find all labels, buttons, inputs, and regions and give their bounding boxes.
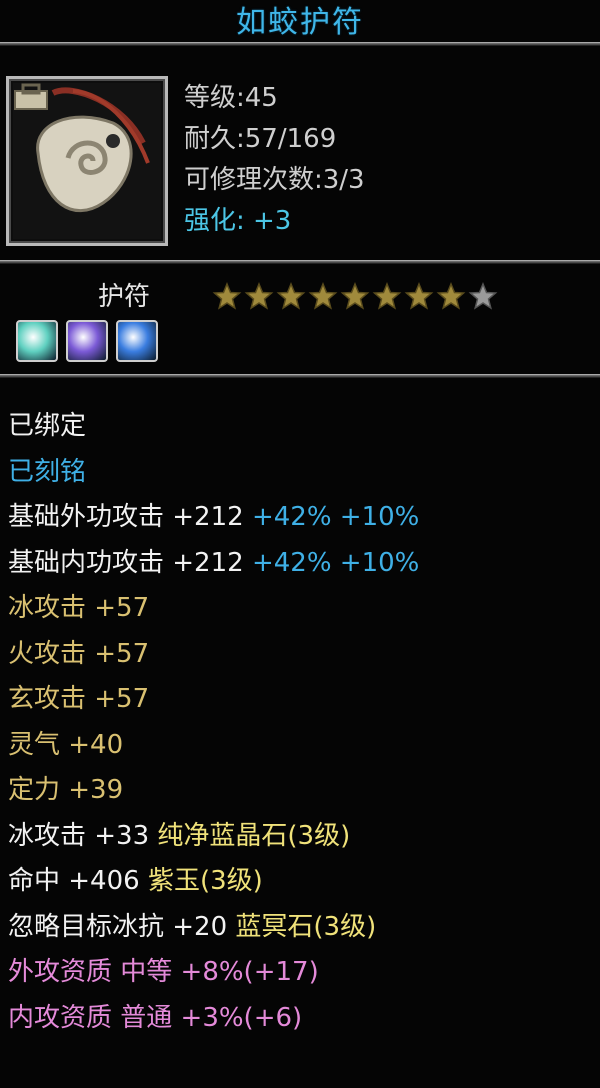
star-rating [212,282,498,310]
item-tooltip-panel: 如蛟护符 等级:45 耐久:57/169 可修理次数:3/3 强化: +3 护符… [0,0,600,1088]
star-filled-icon [340,282,370,310]
durability-stat: 耐久:57/169 [184,124,337,154]
star-filled-icon [276,282,306,310]
attribute-line: 基础内功攻击 +212 +42% +10% [8,541,593,587]
attribute-text: 纯净蓝晶石(3级) [149,820,351,851]
divider-bottom [0,374,600,378]
attribute-text: 冰攻击 +33 [8,820,150,851]
star-filled-icon [308,282,338,310]
item-icon-frame [6,76,168,246]
star-filled-icon [436,282,466,310]
lock-icon [14,83,48,110]
attribute-line: 基础外功攻击 +212 +42% +10% [8,495,593,541]
attribute-text: 内攻资质 普通 +3%(+6) [8,1002,303,1033]
attribute-line: 命中 +406 紫玉(3级) [8,859,593,905]
attribute-line: 火攻击 +57 [8,632,593,678]
attribute-line: 内攻资质 普通 +3%(+6) [8,996,593,1042]
attribute-text: 蓝冥石(3级) [227,911,377,942]
enhance-stat: 强化: +3 [184,206,292,236]
star-filled-icon [372,282,402,310]
gem-icon-blue[interactable] [116,320,158,362]
star-filled-icon [404,282,434,310]
item-type: 护符 [98,282,151,312]
attribute-text: +42% +10% [243,502,420,532]
attribute-line: 忽略目标冰抗 +20 蓝冥石(3级) [8,905,593,951]
attribute-line: 已绑定 [8,404,593,450]
gem-icon-teal[interactable] [16,320,58,362]
attribute-line: 灵气 +40 [8,723,593,769]
attribute-line: 外攻资质 中等 +8%(+17) [8,950,593,996]
attribute-text: 定力 +39 [8,775,124,805]
attribute-text: 火攻击 +57 [8,638,150,669]
attribute-text: 基础内功攻击 +212 [8,547,244,578]
star-empty-icon [468,282,498,310]
attribute-text: 基础外功攻击 +212 [8,502,244,532]
star-filled-icon [212,282,242,310]
attribute-text: 外攻资质 中等 +8%(+17) [8,957,319,987]
attribute-text: 灵气 +40 [8,729,124,760]
attribute-text: 命中 +406 [8,866,140,896]
divider-middle [0,260,600,264]
gem-icon-purple[interactable] [66,320,108,362]
attribute-line: 玄攻击 +57 [8,677,593,723]
repair-count-stat: 可修理次数:3/3 [184,165,365,195]
level-stat: 等级:45 [184,83,278,113]
item-name: 如蛟护符 [236,5,364,40]
attribute-line: 定力 +39 [8,768,593,814]
attribute-line: 冰攻击 +33 纯净蓝晶石(3级) [8,814,593,860]
attribute-text: 忽略目标冰抗 +20 [8,911,228,942]
attribute-text: 玄攻击 +57 [8,684,150,714]
item-basic-stats: 等级:45 耐久:57/169 可修理次数:3/3 强化: +3 [184,78,365,242]
attribute-line: 冰攻击 +57 [8,586,593,632]
attribute-text: 已刻铭 [8,456,87,487]
attribute-text: 紫玉(3级) [139,866,263,896]
attribute-line: 已刻铭 [8,450,593,496]
attribute-text: +42% +10% [243,547,420,578]
divider-top [0,42,600,46]
socketed-gems [16,320,158,362]
attribute-text: 已绑定 [8,411,87,441]
attribute-list: 已绑定 已刻铭 基础外功攻击 +212 +42% +10% 基础内功攻击 +212 +… [8,404,593,1041]
attribute-text: 冰攻击 +57 [8,593,150,623]
star-filled-icon [244,282,274,310]
